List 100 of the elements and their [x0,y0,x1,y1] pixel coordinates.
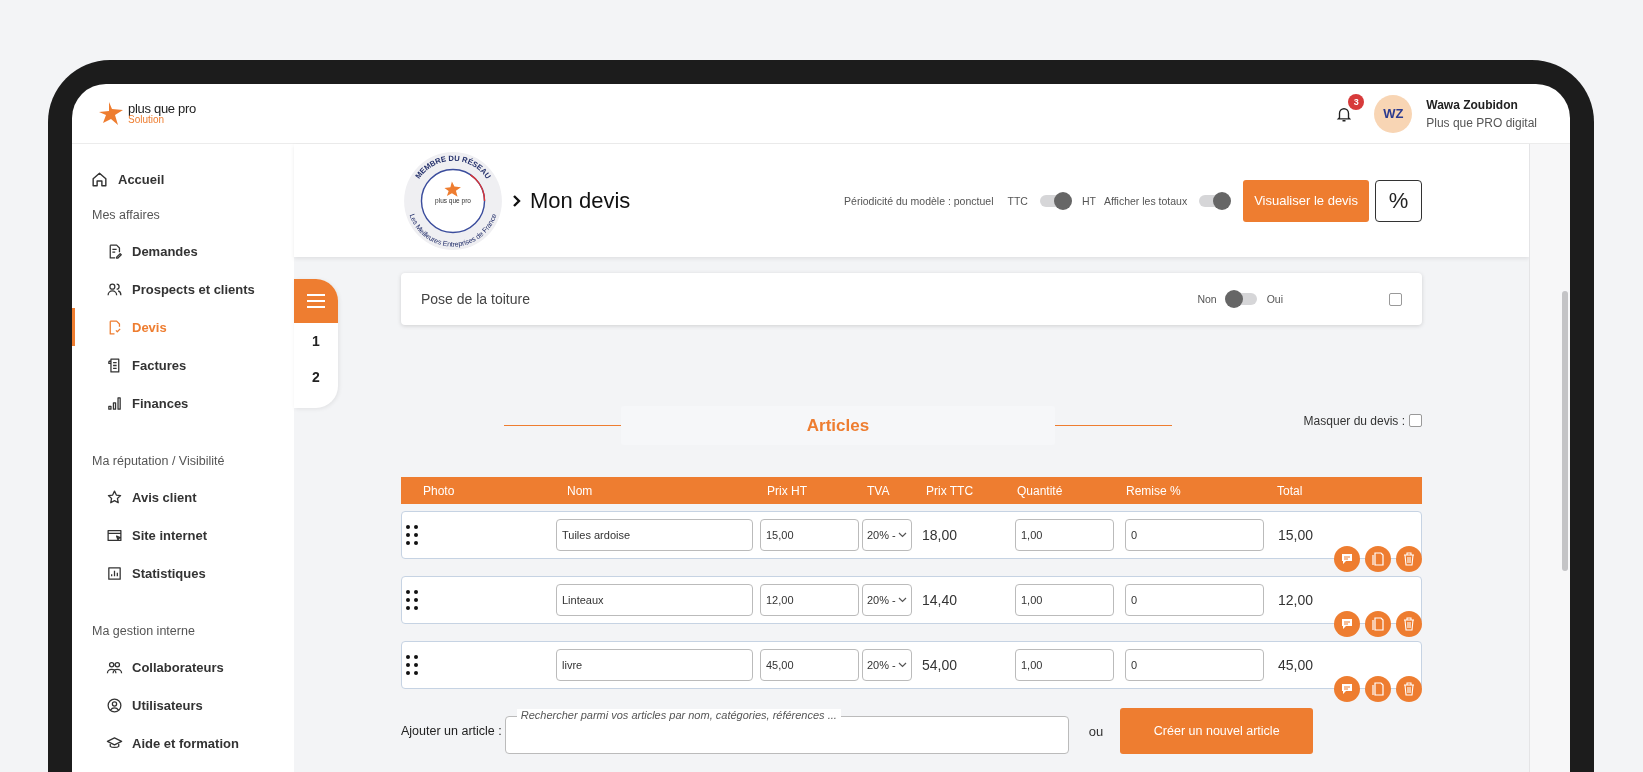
user-avatar[interactable]: WZ [1374,94,1413,133]
bar-chart-icon [106,394,123,412]
section-checkbox[interactable] [1389,292,1402,306]
logo-tagline: Solution [128,115,165,125]
chart-icon [106,564,123,582]
copy-icon [1372,552,1384,566]
table-cell-text: 12,00 [1278,592,1315,608]
sidebar-item[interactable]: Factures [72,346,294,384]
periodicity-label: Périodicité du modèle : ponctuel [844,194,994,207]
column-header: Photo [422,483,456,498]
table-cell-text: 54,00 [922,657,959,673]
sidebar-section-title: Mes affaires [91,207,161,224]
sidebar-item[interactable]: Collaborateurs [72,648,294,686]
price-field[interactable]: 12,00 [760,584,859,616]
vat-select[interactable]: 20% - [862,584,912,616]
trash-icon [1403,682,1415,696]
table-cell-text: 15,00 [1278,527,1315,543]
column-header: TVA [866,483,891,498]
discount-button[interactable]: % [1375,179,1422,222]
comment-button[interactable] [1334,611,1360,637]
table-cell-text: 45,00 [1278,657,1315,673]
section-link[interactable]: 1 [312,323,320,359]
name-field[interactable]: Tuiles ardoise [556,519,753,551]
copy-icon [1372,682,1384,696]
delete-button[interactable] [1396,676,1422,702]
hide-label: Masquer du devis : [1303,413,1405,428]
toggle-label: Afficher les totaux [1103,194,1188,207]
column-header: Remise % [1125,483,1182,498]
comment-button[interactable] [1334,546,1360,572]
star-logo-icon [444,180,461,197]
column-header: Prix TTC [925,483,975,498]
menu-button[interactable] [294,279,338,323]
comment-icon [1341,683,1353,695]
sidebar-item[interactable]: Utilisateurs [72,686,294,724]
drag-handle-icon[interactable] [405,654,419,676]
chevron-down-icon [898,532,907,538]
copy-button[interactable] [1365,676,1391,702]
sidebar-item[interactable]: Avis client [72,478,294,516]
hide-checkbox[interactable] [1409,414,1422,427]
delete-button[interactable] [1396,546,1422,572]
drag-handle-icon[interactable] [405,524,419,546]
scrollbar-thumb[interactable] [1562,291,1568,571]
sidebar-item[interactable]: Site internet [72,516,294,554]
sidebar-section-title: Ma gestion interne [91,623,196,640]
discount-field[interactable]: 0 [1125,584,1264,616]
quantity-field[interactable]: 1,00 [1015,519,1114,551]
toggle-label: HT [1081,194,1096,207]
sidebar-item[interactable]: Aide et formation [72,724,294,762]
star-logo-icon [98,100,124,127]
quantity-field[interactable]: 1,00 [1015,649,1114,681]
copy-icon [1372,617,1384,631]
drag-handle-icon[interactable] [405,589,419,611]
price-field[interactable]: 15,00 [760,519,859,551]
column-header: Quantité [1016,483,1064,498]
toggle-label: TTC [1007,194,1028,207]
quote-title: Mon devis [530,187,631,214]
chevron-right-icon [512,194,522,207]
logo-name: plus que pro [128,102,196,115]
table-cell-text: 14,40 [922,592,959,608]
copy-button[interactable] [1365,546,1391,572]
section-link[interactable]: 2 [312,359,320,395]
vat-select[interactable]: 20% - [862,649,912,681]
separator-text: ou [1088,723,1104,739]
sidebar-item[interactable]: Statistiques [72,554,294,592]
menu-icon [306,293,326,309]
toggle-label: Non [1197,293,1217,305]
comment-button[interactable] [1334,676,1360,702]
sidebar-item[interactable]: Demandes [72,232,294,270]
comment-icon [1341,553,1353,565]
section-title: Pose de la toiture [421,291,530,307]
name-field[interactable]: Linteaux [556,584,753,616]
notification-count: 3 [1348,93,1365,110]
comment-icon [1341,618,1353,630]
table-cell-text: 18,00 [922,527,959,543]
discount-field[interactable]: 0 [1125,519,1264,551]
add-article-label: Ajouter un article : [401,724,502,738]
totals-toggle[interactable] [1199,194,1230,207]
price-field[interactable]: 45,00 [760,649,859,681]
user-name: Wawa Zoubidon [1426,97,1519,112]
copy-button[interactable] [1365,611,1391,637]
chevron-down-icon [898,662,907,668]
discount-field[interactable]: 0 [1125,649,1264,681]
star-icon [106,488,123,506]
trash-icon [1403,552,1415,566]
column-header: Nom [566,483,594,498]
quantity-field[interactable]: 1,00 [1015,584,1114,616]
price-mode-toggle[interactable] [1039,194,1070,207]
option-toggle[interactable] [1226,293,1257,305]
column-header: Prix HT [766,483,808,498]
toggle-label: Oui [1266,293,1283,305]
sidebar-item[interactable]: Accueil [72,160,294,198]
vat-select[interactable]: 20% - [862,519,912,551]
chevron-down-icon [898,597,907,603]
sidebar-item[interactable]: Prospects et clients [72,270,294,308]
name-field[interactable]: livre [556,649,753,681]
user-company: Plus que PRO digital [1426,115,1537,130]
trash-icon [1403,617,1415,631]
column-header: Total [1277,483,1304,498]
sidebar-item[interactable]: Finances [72,384,294,422]
delete-button[interactable] [1396,611,1422,637]
